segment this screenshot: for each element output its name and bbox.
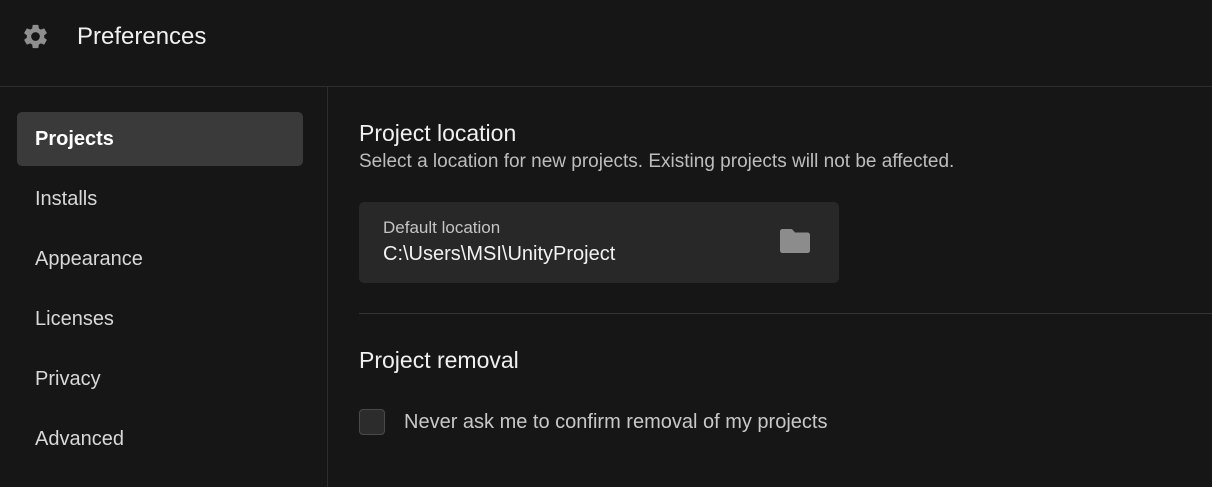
- confirm-removal-checkbox[interactable]: [359, 409, 385, 435]
- sidebar-item-privacy[interactable]: Privacy: [17, 352, 303, 406]
- default-location-field[interactable]: Default location C:\Users\MSI\UnityProje…: [359, 202, 839, 283]
- section-divider: [359, 313, 1212, 314]
- confirm-removal-label[interactable]: Never ask me to confirm removal of my pr…: [404, 408, 827, 436]
- sidebar: Projects Installs Appearance Licenses Pr…: [0, 87, 328, 487]
- project-location-description: Select a location for new projects. Exis…: [359, 151, 955, 172]
- window-title: Preferences: [77, 23, 207, 50]
- project-removal-heading: Project removal: [359, 347, 519, 373]
- folder-icon[interactable]: [777, 225, 813, 257]
- sidebar-item-advanced[interactable]: Advanced: [17, 412, 303, 466]
- sidebar-item-installs[interactable]: Installs: [17, 172, 303, 226]
- project-location-heading: Project location: [359, 120, 517, 146]
- main-content: Project location Select a location for n…: [328, 87, 1212, 487]
- default-location-label: Default location: [383, 218, 501, 237]
- sidebar-item-projects[interactable]: Projects: [17, 112, 303, 166]
- sidebar-item-licenses[interactable]: Licenses: [17, 292, 303, 346]
- preferences-window: Preferences Projects Installs Appearance…: [0, 0, 1212, 487]
- default-location-value: C:\Users\MSI\UnityProject: [383, 243, 616, 265]
- confirm-removal-option: Never ask me to confirm removal of my pr…: [359, 408, 959, 436]
- gear-icon: [21, 22, 50, 51]
- title-bar: Preferences: [0, 0, 1212, 87]
- sidebar-item-appearance[interactable]: Appearance: [17, 232, 303, 286]
